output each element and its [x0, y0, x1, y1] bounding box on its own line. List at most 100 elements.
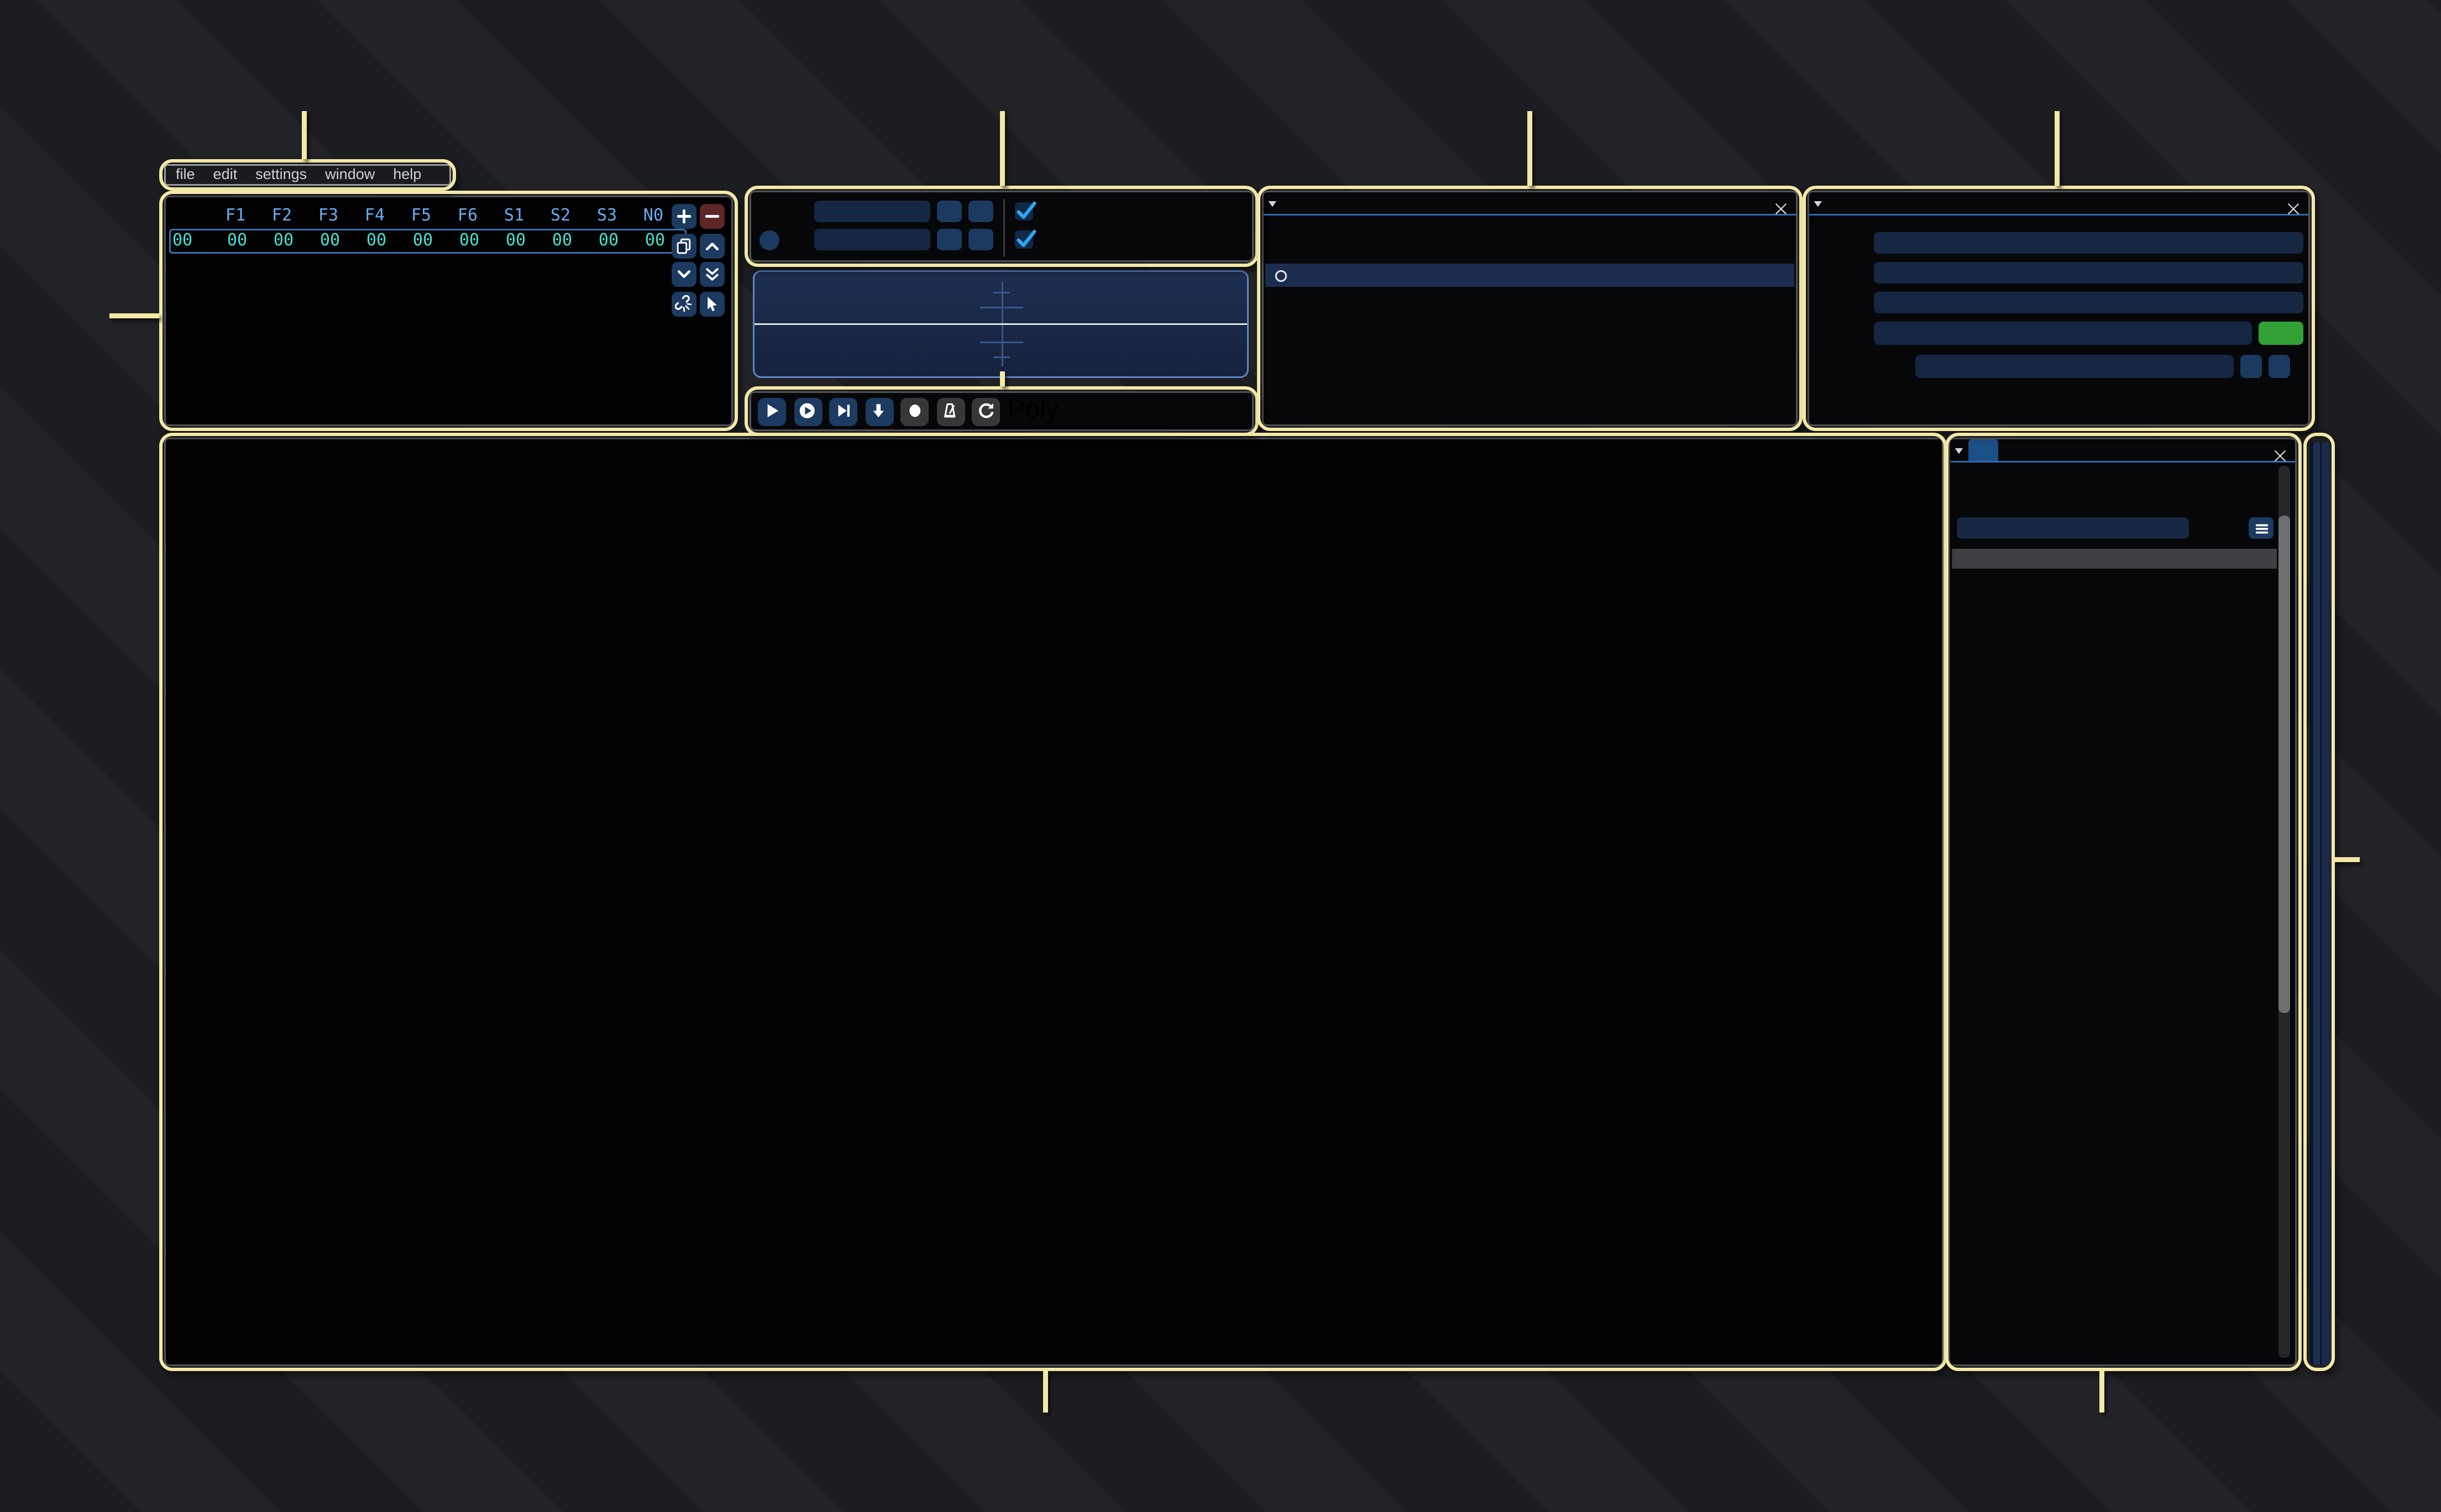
asset-selected-row[interactable] — [1265, 264, 1794, 287]
order-cell[interactable]: 00 — [307, 232, 353, 250]
order-cell[interactable]: 00 — [353, 232, 400, 250]
step-button[interactable] — [759, 230, 779, 250]
play-button[interactable] — [758, 397, 786, 426]
furnace-tracker-app: fileeditsettingswindowhelp F1F2F3F4F5F6S… — [0, 0, 2441, 1512]
repeat-button[interactable] — [972, 397, 1000, 426]
order-deep-clone-button[interactable] — [671, 291, 696, 316]
order-list-window: F1F2F3F4F5F6S1S2S3N0 0000000000000000000… — [164, 196, 733, 426]
annotation-line — [1043, 1371, 1047, 1413]
annotation-line — [1527, 111, 1532, 186]
author-field[interactable] — [1874, 262, 2303, 284]
order-row-selected[interactable]: 0000000000000000000000 — [169, 229, 687, 254]
tuning-increment-button[interactable] — [2269, 355, 2290, 378]
close-icon[interactable] — [2272, 443, 2288, 459]
order-duplicate-end-button[interactable] — [700, 262, 725, 287]
tuning-decrement-button[interactable] — [2240, 355, 2262, 378]
auto-system-button[interactable] — [2259, 322, 2303, 345]
pattern-view-window — [164, 438, 1944, 1366]
order-channel-header: F4 — [352, 207, 398, 225]
asset-tabbar — [1264, 192, 1796, 216]
collapse-icon[interactable] — [1264, 199, 1282, 214]
step-increment-button[interactable] — [968, 229, 993, 250]
annotation-line — [2099, 1371, 2104, 1413]
oscilloscope — [753, 270, 1249, 378]
menu-item-window[interactable]: window — [325, 164, 375, 186]
radio-icon — [1274, 268, 1288, 283]
order-move-down-button[interactable] — [671, 262, 696, 287]
poly-button[interactable]: Poly — [1008, 396, 1059, 426]
annotation-line — [109, 313, 159, 318]
play-from-start-button[interactable] — [794, 397, 822, 426]
order-channel-header: F1 — [212, 207, 259, 225]
order-edit-mode-button[interactable] — [700, 291, 725, 316]
oscilloscope-trace — [755, 323, 1247, 326]
menu-item-settings[interactable]: settings — [255, 164, 307, 186]
system-selector[interactable] — [1874, 322, 2252, 345]
octave-increment-button[interactable] — [968, 201, 993, 222]
edit-controls-window — [750, 191, 1254, 262]
annotation-line — [2055, 111, 2059, 186]
menu-item-help[interactable]: help — [393, 164, 421, 186]
order-cell[interactable]: 00 — [400, 232, 446, 250]
order-cell[interactable]: 00 — [260, 232, 307, 250]
order-move-up-button[interactable] — [700, 233, 725, 258]
name-field[interactable] — [1874, 232, 2303, 254]
tab-effect-list[interactable] — [1968, 440, 1998, 461]
album-field[interactable] — [1874, 292, 2303, 313]
menu-bar: file edit settings window help — [164, 164, 451, 186]
order-cell[interactable]: 00 — [539, 232, 585, 250]
play-one-row-button[interactable] — [829, 397, 857, 426]
order-row-index: 00 — [171, 232, 214, 250]
song-info-tabbar — [1809, 192, 2308, 216]
step-decrement-button[interactable] — [937, 229, 962, 250]
play-controls-window: Poly — [750, 391, 1254, 431]
step-input[interactable] — [814, 229, 930, 250]
order-header-spacer — [169, 207, 212, 225]
volume-meter — [2310, 443, 2330, 1364]
annotation-line — [1000, 371, 1004, 386]
order-cell[interactable]: 00 — [585, 232, 632, 250]
asset-list-window — [1262, 191, 1798, 426]
metronome-button[interactable] — [936, 397, 965, 426]
order-duplicate-button[interactable] — [671, 233, 696, 258]
order-cell[interactable]: 00 — [446, 232, 493, 250]
order-list-toolbar — [671, 204, 725, 316]
order-add-button[interactable] — [671, 204, 696, 229]
annotation-line — [302, 111, 306, 159]
effect-table-header — [1952, 549, 2277, 569]
octave-input[interactable] — [814, 201, 930, 222]
order-channel-header: F5 — [398, 207, 444, 225]
collapse-icon[interactable] — [1809, 199, 1827, 214]
order-list-header: F1F2F3F4F5F6S1S2S3N0 — [169, 207, 677, 225]
order-channel-header: S1 — [491, 207, 537, 225]
tuning-input[interactable] — [1915, 355, 2234, 378]
order-channel-header: S2 — [537, 207, 584, 225]
order-channel-header: S3 — [584, 207, 630, 225]
scrollbar-thumb[interactable] — [2278, 516, 2290, 1013]
menu-item-file[interactable]: file — [176, 164, 195, 186]
annotation-line — [2335, 857, 2360, 862]
stop-button[interactable] — [900, 397, 929, 426]
order-channel-header: F6 — [444, 207, 491, 225]
effect-list-window — [1948, 438, 2297, 1366]
close-icon[interactable] — [1773, 196, 1789, 212]
follow-orders-checkbox[interactable] — [1015, 202, 1033, 221]
hamburger-menu-icon[interactable] — [2249, 517, 2274, 539]
effect-list-tabbar — [1950, 439, 2295, 463]
effect-search-input[interactable] — [1957, 517, 2189, 539]
collapse-icon[interactable] — [1950, 446, 1968, 461]
annotation-line — [1000, 111, 1004, 186]
order-channel-header: F3 — [305, 207, 352, 225]
order-remove-button[interactable] — [700, 204, 725, 229]
order-channel-header: N0 — [630, 207, 677, 225]
octave-decrement-button[interactable] — [937, 201, 962, 222]
order-cell[interactable]: 00 — [214, 232, 260, 250]
song-info-window — [1808, 191, 2310, 426]
order-cell[interactable]: 00 — [493, 232, 539, 250]
divider — [1003, 199, 1005, 257]
menu-item-edit[interactable]: edit — [213, 164, 238, 186]
follow-pattern-checkbox[interactable] — [1015, 230, 1033, 249]
close-icon[interactable] — [2285, 196, 2302, 212]
order-channel-header: F2 — [259, 207, 305, 225]
step-down-button[interactable] — [865, 397, 893, 426]
